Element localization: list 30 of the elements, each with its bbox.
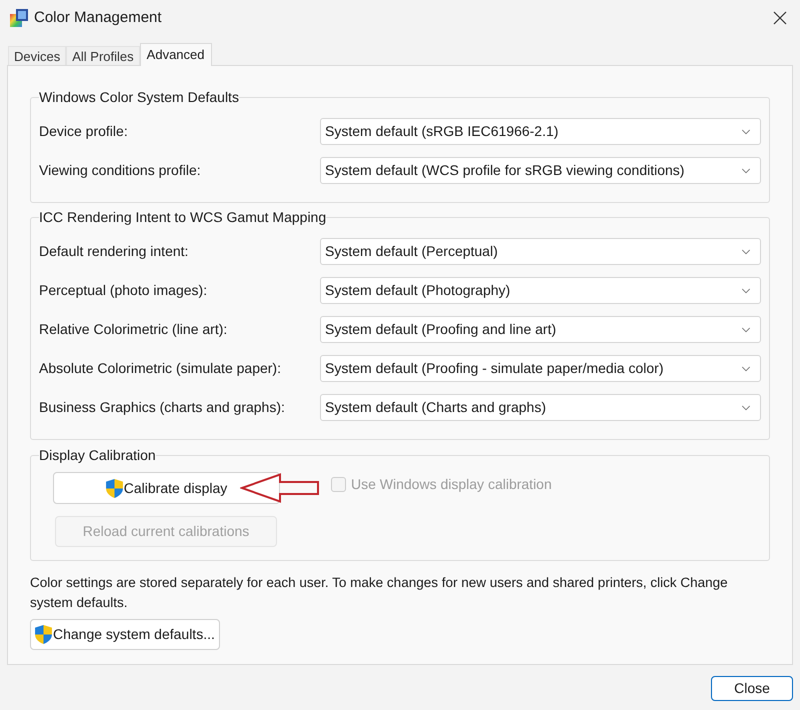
profile-dropdown[interactable]: System default (Photography) bbox=[320, 277, 761, 304]
profile-dropdown[interactable]: System default (Proofing - simulate paper/media color) bbox=[320, 355, 761, 382]
setting-label: Absolute Colorimetric (simulate paper): bbox=[39, 359, 282, 378]
setting-label: Viewing conditions profile: bbox=[39, 161, 202, 180]
group-title: Display Calibration bbox=[39, 446, 156, 464]
profile-dropdown[interactable]: System default (sRGB IEC61966-2.1) bbox=[320, 118, 761, 145]
profile-dropdown[interactable]: System default (WCS profile for sRGB viewing conditions) bbox=[320, 157, 761, 184]
setting-label: Device profile: bbox=[39, 122, 129, 141]
setting-label: Relative Colorimetric (line art): bbox=[39, 320, 228, 339]
close-dialog-button[interactable]: Close bbox=[711, 676, 793, 701]
profile-dropdown[interactable]: System default (Charts and graphs) bbox=[320, 394, 761, 421]
profile-dropdown[interactable]: System default (Proofing and line art) bbox=[320, 316, 761, 343]
profile-dropdown[interactable]: System default (Perceptual) bbox=[320, 238, 761, 265]
tab[interactable]: All Profiles bbox=[66, 46, 140, 65]
checkbox-label: Use Windows display calibration bbox=[351, 475, 552, 494]
setting-label: Perceptual (photo images): bbox=[39, 281, 208, 300]
calibrate-display-button[interactable]: Calibrate display bbox=[53, 472, 280, 504]
info-text: Color settings are stored separately for each user. To make changes for new users and shared printers, click Change system defaults. bbox=[30, 574, 729, 612]
change-defaults-button[interactable]: Change system defaults... bbox=[30, 619, 220, 650]
color-squares-icon bbox=[10, 9, 28, 27]
group-title: ICC Rendering Intent to WCS Gamut Mapping bbox=[39, 208, 326, 226]
shield-icon bbox=[35, 625, 52, 644]
group-title: Windows Color System Defaults bbox=[39, 88, 239, 106]
tab[interactable]: Advanced bbox=[140, 43, 212, 66]
shield-icon bbox=[106, 478, 123, 498]
setting-label: Default rendering intent: bbox=[39, 242, 190, 261]
setting-label: Business Graphics (charts and graphs): bbox=[39, 398, 286, 417]
tab[interactable]: Devices bbox=[8, 46, 66, 65]
window-title: Color Management bbox=[34, 8, 162, 28]
close-icon bbox=[773, 11, 787, 25]
